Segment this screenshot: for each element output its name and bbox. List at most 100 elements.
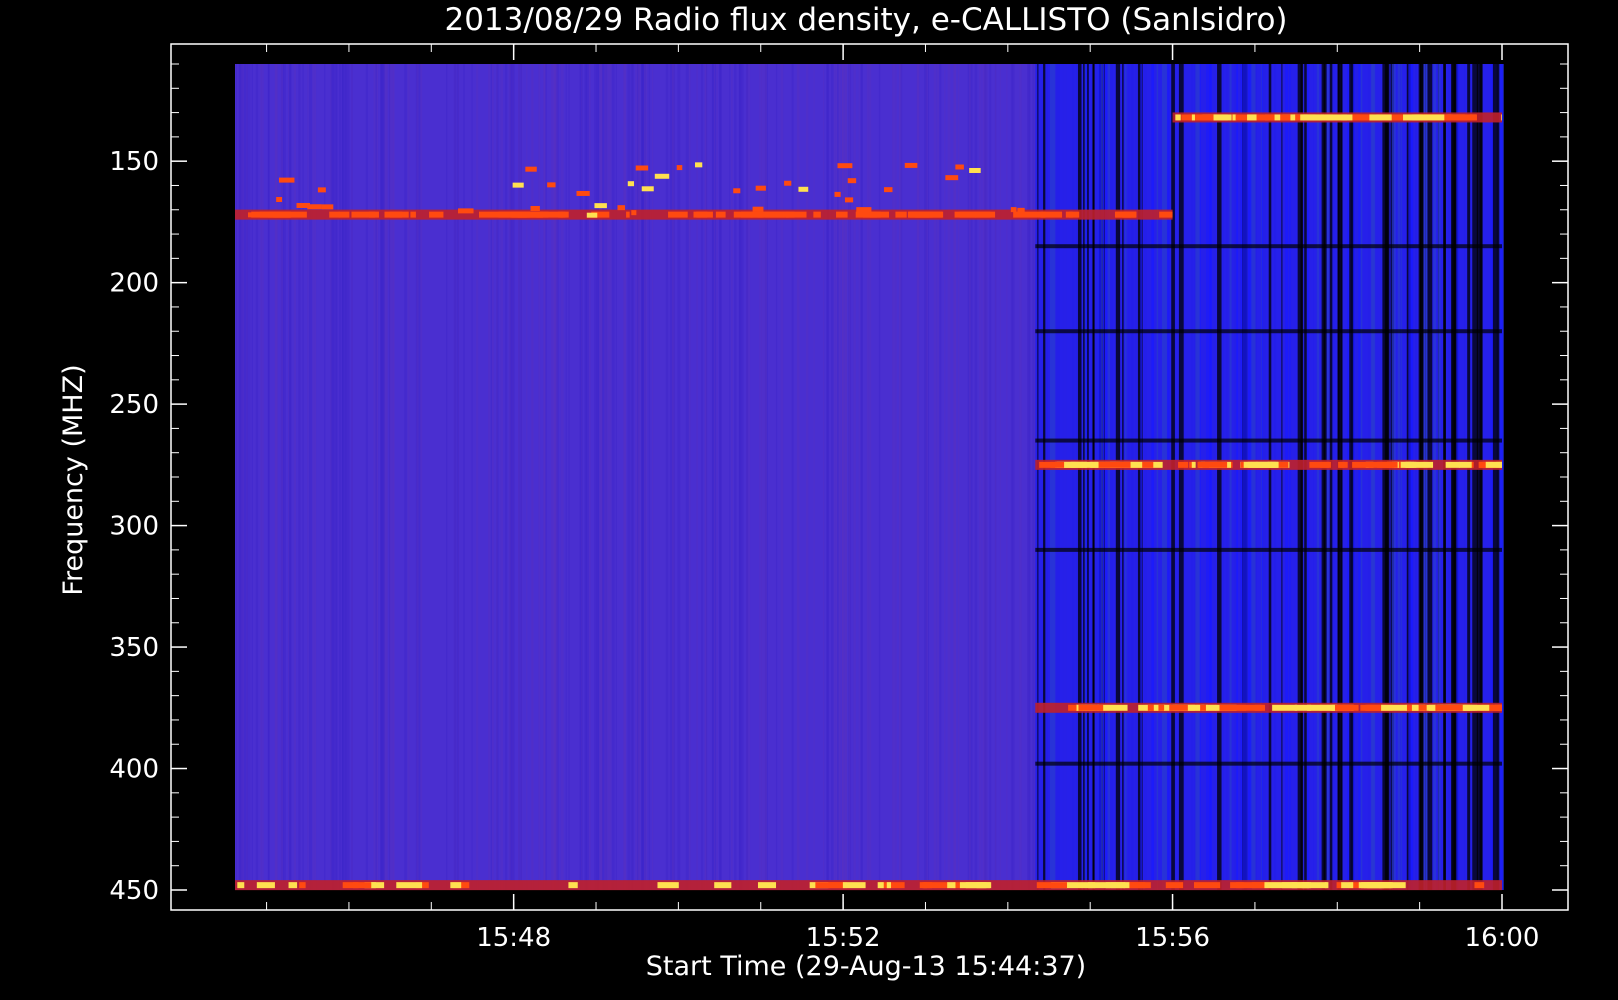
heatmap-streak — [341, 64, 344, 890]
heatmap-streak — [463, 64, 465, 890]
noisy-streak — [1117, 64, 1121, 890]
heatmap-streak — [853, 64, 856, 890]
interference-hotspot — [1474, 882, 1485, 889]
heatmap-streak — [520, 64, 522, 890]
interference-hotspot — [877, 882, 884, 889]
noisy-streak — [1261, 64, 1263, 890]
heatmap-streak — [858, 64, 860, 890]
heatmap-streak — [416, 64, 419, 890]
burst-mark — [525, 166, 537, 172]
interference-hotspot — [715, 211, 726, 218]
burst-mark — [904, 162, 918, 168]
noisy-streak — [1326, 64, 1330, 890]
interference-hotspot — [1276, 461, 1289, 468]
noisy-streak — [1107, 64, 1111, 890]
interference-hotspot — [1334, 704, 1352, 711]
heatmap-streak — [878, 64, 881, 890]
noisy-streak — [1161, 64, 1167, 890]
heatmap-streak — [669, 64, 673, 890]
x-tick-label: 16:00 — [1465, 923, 1540, 953]
burst-mark — [321, 204, 334, 210]
heatmap-streak — [685, 64, 689, 890]
interference-hotspot — [1247, 114, 1257, 121]
noisy-streak — [1297, 64, 1303, 890]
interference-hotspot — [1320, 114, 1353, 121]
heatmap-streak — [261, 64, 264, 890]
burst-mark — [1010, 207, 1017, 213]
noisy-streak — [1092, 64, 1095, 890]
interference-hotspot — [886, 882, 892, 889]
burst-mark — [837, 163, 853, 169]
heatmap-streak — [390, 64, 393, 890]
heatmap-streak — [1010, 64, 1013, 890]
heatmap-streak — [611, 64, 615, 890]
interference-hotspot — [410, 211, 416, 218]
heatmap-streak — [607, 64, 610, 890]
noisy-streak — [1124, 64, 1127, 890]
interference-hotspot — [869, 211, 890, 218]
burst-mark — [856, 207, 872, 213]
heatmap-streak — [994, 64, 997, 890]
heatmap-streak — [979, 64, 982, 890]
noisy-streak — [1418, 64, 1424, 890]
burst-mark — [627, 181, 635, 187]
noisy-streak — [1499, 64, 1504, 890]
heatmap-streak — [947, 64, 951, 890]
interference-hotspot — [1036, 882, 1068, 889]
heatmap-streak — [916, 64, 920, 890]
heatmap-streak — [596, 64, 599, 890]
heatmap-streak — [488, 64, 491, 890]
noisy-band — [1035, 761, 1502, 766]
interference-hotspot — [1294, 704, 1312, 711]
noisy-streak — [1229, 64, 1232, 890]
heatmap-streak — [351, 64, 353, 890]
interference-hotspot — [895, 211, 907, 218]
interference-hotspot — [657, 882, 679, 889]
noisy-streak — [1347, 64, 1350, 890]
noisy-streak — [1285, 64, 1288, 890]
heatmap-streak — [526, 64, 528, 890]
interference-hotspot — [1165, 882, 1184, 889]
noisy-streak — [1437, 64, 1441, 890]
heatmap-streak — [731, 64, 733, 890]
heatmap-streak — [892, 64, 896, 890]
interference-hotspot — [299, 882, 306, 889]
interference-hotspot — [1159, 211, 1173, 218]
interference-hotspot — [396, 882, 423, 889]
noisy-streak — [1408, 64, 1411, 890]
heatmap-streak — [307, 64, 309, 890]
heatmap-streak — [511, 64, 515, 890]
heatmap-streak — [407, 64, 410, 890]
heatmap-streak — [283, 64, 286, 890]
heatmap-streak — [288, 64, 292, 890]
interference-hotspot — [1158, 704, 1165, 711]
burst-mark — [834, 191, 841, 197]
heatmap-streak — [741, 64, 744, 890]
interference-hotspot — [842, 882, 866, 889]
heatmap-streak — [380, 64, 382, 890]
noisy-streak — [1140, 64, 1142, 890]
interference-hotspot — [1232, 114, 1236, 121]
interference-hotspot — [1458, 461, 1472, 468]
interference-hotspot — [757, 882, 777, 889]
interference-hotspot — [965, 882, 991, 889]
interference-hotspot — [1219, 704, 1247, 711]
burst-mark — [635, 165, 649, 171]
heatmap-streak — [599, 64, 603, 890]
heatmap-streak — [627, 64, 631, 890]
heatmap-streak — [560, 64, 564, 890]
heatmap-streak — [388, 64, 391, 890]
heatmap-streak — [637, 64, 641, 890]
noisy-streak — [1456, 64, 1460, 890]
heatmap-streak — [532, 64, 534, 890]
heatmap-streak — [615, 64, 617, 890]
heatmap-streak — [734, 64, 737, 890]
burst-mark — [694, 162, 703, 168]
interference-hotspot — [1403, 114, 1423, 121]
heatmap-streak — [623, 64, 627, 890]
noisy-streak — [1391, 64, 1396, 890]
noisy-streak — [1323, 64, 1327, 890]
burst-mark — [296, 202, 310, 208]
noisy-streak — [1167, 64, 1170, 890]
heatmap-streak — [780, 64, 784, 890]
